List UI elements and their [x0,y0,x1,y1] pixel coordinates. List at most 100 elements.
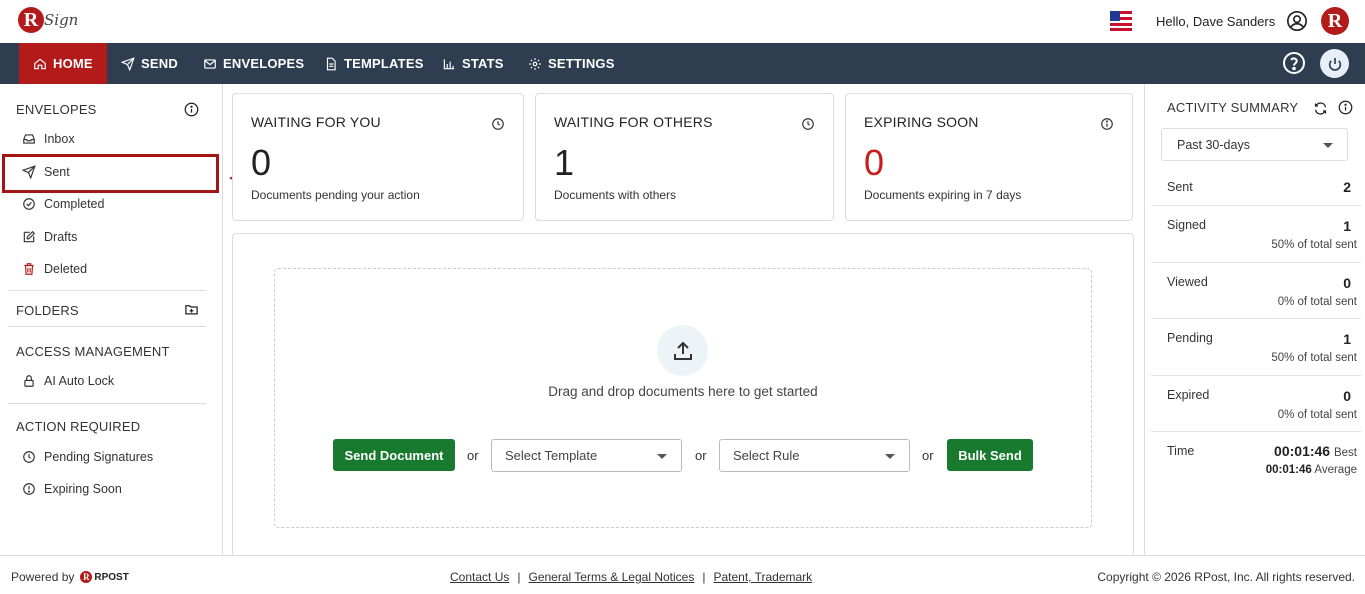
time-best-value: 00:01:46 [1274,443,1331,459]
folders-heading: FOLDERS [16,303,79,318]
trash-icon [24,263,34,275]
card-count: 0 [864,142,885,183]
nav-send[interactable]: SEND [121,43,178,84]
stat-label: Expired [1167,388,1210,402]
alert-circle-icon [23,483,35,495]
stat-value: 2 [1343,179,1351,195]
us-flag-icon[interactable] [1110,11,1132,31]
chevron-down-icon [1323,143,1333,148]
nav-home-label: HOME [53,56,93,71]
clock-icon [802,118,814,130]
stat-label: Time [1167,444,1195,458]
power-icon [1328,57,1341,71]
user-profile-icon[interactable] [1286,10,1308,32]
envelopes-heading: ENVELOPES [16,102,97,117]
sidebar-divider [8,403,206,404]
stat-label: Sent [1167,180,1193,194]
bulk-send-button[interactable]: Bulk Send [947,439,1033,471]
card-title: EXPIRING SOON [864,114,979,130]
separator: | [517,570,521,584]
nav-stats-label: STATS [462,56,504,71]
select-rule-dropdown[interactable]: Select Rule [719,439,910,472]
card-count: 1 [554,142,575,183]
sidebar-item-label: AI Auto Lock [44,374,115,388]
stat-row-time: Time 00:01:46 Best 00:01:46 Average [1151,432,1361,480]
chevron-down-icon [657,454,667,459]
nav-settings[interactable]: SETTINGS [528,43,615,84]
stat-value: 0 [1343,275,1351,291]
user-greeting: Hello, Dave Sanders [1156,14,1276,29]
nav-envelopes-label: ENVELOPES [223,56,305,71]
stat-percent: 0% of total sent [1277,296,1357,308]
logout-button[interactable] [1320,49,1349,78]
or-label: or [922,448,934,463]
sidebar-divider [8,326,206,327]
top-header: R Sign Hello, Dave Sanders R [0,0,1365,43]
nav-send-label: SEND [141,56,178,71]
home-icon [34,58,46,69]
stat-value: 1 [1343,331,1351,347]
info-icon[interactable] [1338,100,1353,115]
sidebar-item-label: Pending Signatures [44,450,154,464]
select-template-value: Select Template [505,448,598,463]
patent-link[interactable]: Patent, Trademark [713,570,812,584]
sidebar-item-pending-signatures[interactable]: Pending Signatures [22,450,153,464]
card-waiting-for-you[interactable]: WAITING FOR YOU 0 Documents pending your… [232,93,524,221]
edit-icon [23,230,36,243]
sidebar-item-ai-auto-lock[interactable]: AI Auto Lock [22,374,114,388]
help-icon[interactable] [1282,51,1306,75]
card-expiring-soon[interactable]: EXPIRING SOON 0 Documents expiring in 7 … [845,93,1133,221]
clock-icon [23,451,35,463]
select-template-dropdown[interactable]: Select Template [491,439,682,472]
sent-highlight-box [2,154,219,193]
stat-row-sent: Sent 2 [1151,168,1361,206]
sidebar-item-label: Expiring Soon [44,482,122,496]
period-dropdown[interactable]: Past 30-days [1161,128,1348,161]
stat-percent: 0% of total sent [1277,409,1357,421]
stat-value: 0 [1343,388,1351,404]
card-subtitle: Documents expiring in 7 days [864,188,1022,202]
nav-stats[interactable]: STATS [442,43,504,84]
terms-link[interactable]: General Terms & Legal Notices [528,570,694,584]
stat-label: Signed [1167,218,1206,232]
card-waiting-for-others[interactable]: WAITING FOR OTHERS 1 Documents with othe… [535,93,834,221]
sidebar: ENVELOPES Inbox Sent Completed Drafts De… [0,84,223,555]
refresh-icon[interactable] [1313,101,1328,116]
rpost-logo[interactable]: R RPOST [80,571,129,583]
sidebar-item-deleted[interactable]: Deleted [22,262,87,276]
check-circle-icon [23,198,35,210]
info-icon[interactable] [184,102,199,117]
sidebar-item-drafts[interactable]: Drafts [22,230,77,244]
stat-row-expired: Expired 0 0% of total sent [1151,376,1361,432]
contact-us-link[interactable]: Contact Us [450,570,509,584]
access-management-heading: ACCESS MANAGEMENT [16,344,170,359]
sidebar-item-expiring-soon[interactable]: Expiring Soon [22,482,122,496]
stat-row-viewed: Viewed 0 0% of total sent [1151,263,1361,319]
period-value: Past 30-days [1177,137,1250,152]
chevron-down-icon [885,454,895,459]
inbox-icon [23,134,35,144]
lock-icon [24,375,34,387]
sidebar-item-label: Inbox [44,132,75,146]
add-folder-icon[interactable] [184,302,199,317]
rsign-logo[interactable]: R Sign [18,5,80,37]
card-count: 0 [251,142,272,183]
brand-avatar[interactable]: R [1321,7,1349,35]
time-best: 00:01:46 Best [1274,443,1357,459]
rpost-logo-text: RPOST [94,571,129,583]
nav-templates[interactable]: TEMPLATES [324,43,424,84]
sidebar-item-label: Completed [44,197,105,211]
stat-row-pending: Pending 1 50% of total sent [1151,319,1361,376]
sidebar-item-completed[interactable]: Completed [22,197,104,211]
nav-home[interactable]: HOME [19,43,107,84]
action-required-heading: ACTION REQUIRED [16,419,141,434]
sidebar-item-inbox[interactable]: Inbox [22,132,75,146]
gear-icon [529,57,541,70]
card-subtitle: Documents pending your action [251,188,420,202]
upload-button[interactable] [657,325,708,376]
nav-envelopes[interactable]: ENVELOPES [203,43,304,84]
upload-icon [673,341,692,360]
drop-instructions: Drag and drop documents here to get star… [548,384,818,399]
time-avg-label: Average [1314,464,1357,476]
send-document-button[interactable]: Send Document [333,439,455,471]
